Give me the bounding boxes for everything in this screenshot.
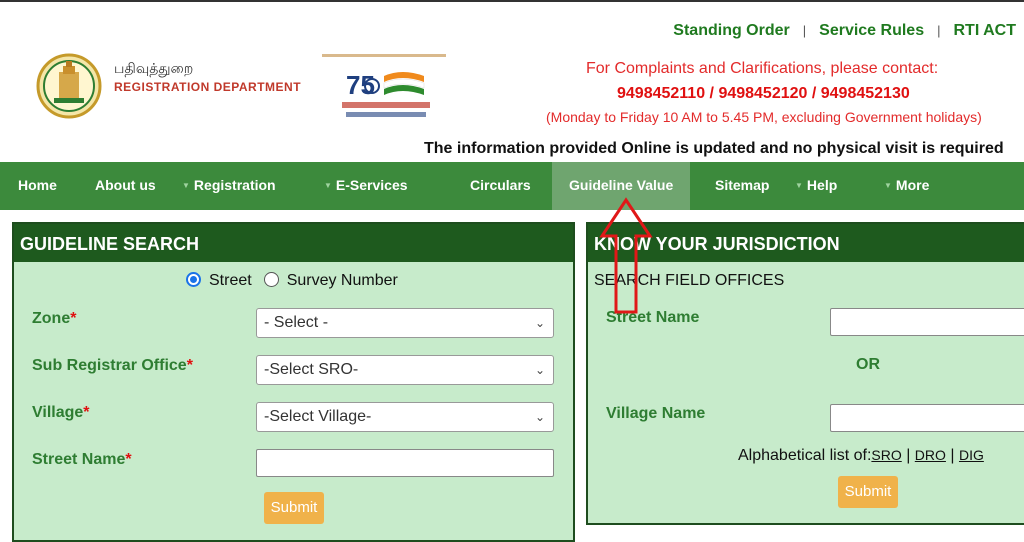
caret-down-icon: ▼ — [324, 181, 332, 191]
azadi-logo: 75 — [322, 50, 446, 128]
guideline-submit-button[interactable]: Submit — [264, 492, 324, 524]
info-marquee: The information provided Online is updat… — [424, 140, 1004, 157]
link-separator: | — [802, 23, 807, 38]
nav-eservices-label: E-Services — [335, 177, 408, 193]
dept-tamil-name: பதிவுத்துறை — [114, 60, 194, 76]
required-mark: * — [186, 357, 193, 374]
nav-help[interactable]: ▼ Help — [795, 162, 837, 210]
site-header: பதிவுத்துறை REGISTRATION DEPARTMENT 75 S… — [0, 2, 1024, 162]
sro-label-text: Sub Registrar Office — [32, 357, 187, 374]
chevron-down-icon: ⌄ — [534, 363, 545, 377]
azadi-number: 75 — [346, 70, 375, 100]
sro-select-value: -Select SRO- — [264, 361, 359, 378]
nav-registration[interactable]: ▼ Registration — [182, 162, 276, 210]
jurisdiction-submit-button[interactable]: Submit — [838, 476, 898, 508]
rti-act-link[interactable]: RTI ACT — [953, 22, 1016, 39]
survey-number-radio-label[interactable]: Survey Number — [287, 272, 398, 289]
nav-about-label: About us — [95, 177, 156, 193]
street-name-input[interactable] — [256, 449, 554, 477]
street-radio[interactable] — [186, 272, 201, 287]
nav-guideline-label: Guideline Value — [569, 177, 674, 193]
village-select-value: -Select Village- — [264, 408, 372, 425]
street-name-label: Street Name* — [32, 451, 132, 469]
nav-more-label: More — [895, 177, 930, 193]
chevron-down-icon: ⌄ — [534, 410, 545, 424]
annotation-arrow-icon — [599, 197, 653, 314]
contact-heading: For Complaints and Clarifications, pleas… — [586, 60, 939, 77]
top-links: Standing Order | Service Rules | RTI ACT — [673, 22, 1016, 40]
link-separator: | — [937, 23, 941, 38]
village-select[interactable]: -Select Village- ⌄ — [256, 402, 554, 432]
nav-more[interactable]: ▼ More — [884, 162, 929, 210]
alpha-prefix: Alphabetical list of: — [738, 447, 872, 464]
dept-english-name: REGISTRATION DEPARTMENT — [114, 80, 302, 94]
village-label-text: Village — [32, 404, 84, 421]
jurisdiction-village-input[interactable] — [830, 404, 1024, 432]
nav-about-us[interactable]: About us — [95, 162, 156, 210]
tn-emblem-logo — [36, 53, 102, 119]
guideline-search-panel: GUIDELINE SEARCH Street Survey Number Zon… — [12, 222, 575, 542]
nav-home[interactable]: Home — [18, 162, 57, 210]
jurisdiction-village-label: Village Name — [606, 405, 706, 422]
nav-home-label: Home — [18, 177, 57, 193]
standing-order-link[interactable]: Standing Order — [673, 22, 789, 39]
caret-down-icon: ▼ — [182, 181, 190, 191]
required-mark: * — [70, 310, 77, 327]
nav-sitemap-label: Sitemap — [715, 177, 770, 193]
alphabetical-list: Alphabetical list of:SRO | DRO | DIG — [738, 447, 984, 464]
contact-hours: (Monday to Friday 10 AM to 5.45 PM, excl… — [546, 109, 982, 125]
caret-down-icon: ▼ — [795, 181, 803, 191]
nav-sitemap[interactable]: Sitemap — [715, 162, 769, 210]
nav-registration-label: Registration — [193, 177, 276, 193]
zone-label-text: Zone — [32, 310, 71, 327]
contact-phones: 9498452110 / 9498452120 / 9498452130 — [617, 85, 910, 102]
search-type-radios: Street Survey Number — [186, 272, 398, 290]
dig-list-link[interactable]: DIG — [959, 447, 984, 463]
sro-list-link[interactable]: SRO — [871, 447, 901, 463]
street-label-text: Street Name — [32, 451, 126, 468]
sro-select[interactable]: -Select SRO- ⌄ — [256, 355, 554, 385]
sro-label: Sub Registrar Office* — [32, 357, 193, 375]
guideline-search-title: GUIDELINE SEARCH — [14, 224, 573, 262]
street-radio-label[interactable]: Street — [209, 272, 252, 289]
or-separator: OR — [856, 356, 880, 373]
village-label: Village* — [32, 404, 90, 422]
nav-e-services[interactable]: ▼ E-Services — [324, 162, 408, 210]
jurisdiction-street-input[interactable] — [830, 308, 1024, 336]
required-mark: * — [125, 451, 132, 468]
main-nav: Home About us ▼ Registration ▼ E-Services … — [0, 162, 1024, 210]
azadi-emblem-icon: 75 — [322, 54, 446, 117]
zone-select-value: - Select - — [264, 314, 329, 331]
nav-help-label: Help — [806, 177, 838, 193]
chevron-down-icon: ⌄ — [534, 316, 545, 330]
dro-list-link[interactable]: DRO — [915, 447, 946, 463]
zone-select[interactable]: - Select - ⌄ — [256, 308, 554, 338]
required-mark: * — [83, 404, 90, 421]
zone-label: Zone* — [32, 310, 76, 328]
nav-circulars-label: Circulars — [470, 177, 531, 193]
service-rules-link[interactable]: Service Rules — [819, 22, 924, 39]
caret-down-icon: ▼ — [884, 181, 892, 191]
survey-number-radio[interactable] — [263, 272, 279, 287]
nav-circulars[interactable]: Circulars — [470, 162, 531, 210]
